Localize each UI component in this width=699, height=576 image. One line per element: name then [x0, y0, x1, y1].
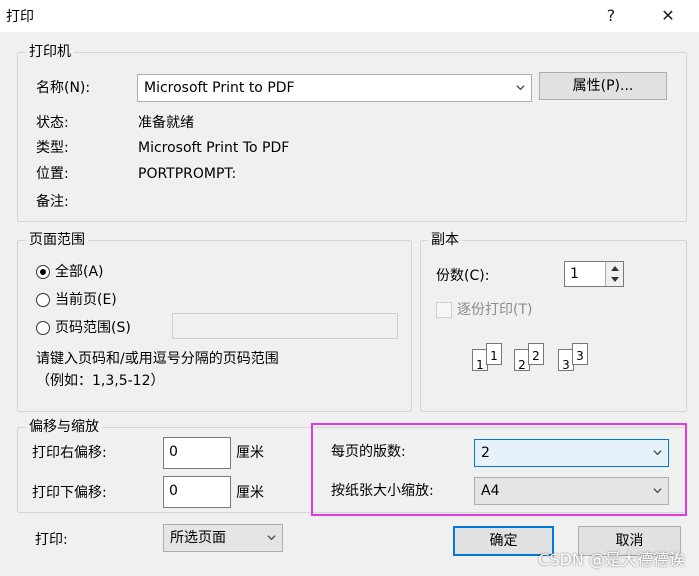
page-sheet-front-1: 1: [486, 343, 502, 365]
page-sheet-front-2: 2: [528, 343, 544, 365]
down-offset-label: 打印下偏移:: [32, 485, 107, 501]
help-button[interactable]: ?: [596, 4, 626, 28]
printer-name-value: Microsoft Print to PDF: [144, 80, 295, 96]
scale-to-paper-value: A4: [481, 483, 500, 499]
page-range-hint-line1: 请键入页码和/或用逗号分隔的页码范围: [36, 351, 279, 367]
print-what-select[interactable]: 所选页面: [163, 524, 283, 552]
chevron-down-icon: [267, 535, 276, 541]
chevron-down-icon: [653, 450, 662, 456]
page-range-input[interactable]: [172, 313, 398, 339]
chevron-down-icon: [516, 85, 525, 91]
radio-all-indicator[interactable]: [36, 265, 50, 279]
collate-label: 逐份打印(T): [457, 302, 533, 318]
print-what-value: 所选页面: [170, 530, 226, 546]
radio-page-range-indicator[interactable]: [36, 321, 50, 335]
watermark: CSDN @是大德德诶: [538, 550, 685, 569]
type-label: 类型:: [36, 140, 69, 156]
radio-current-page-indicator[interactable]: [36, 293, 50, 307]
radio-page-range-label: 页码范围(S): [55, 320, 131, 336]
chevron-down-icon: [653, 488, 662, 494]
right-offset-input[interactable]: 0: [163, 437, 231, 469]
down-offset-unit: 厘米: [236, 485, 264, 501]
status-value: 准备就绪: [138, 115, 194, 131]
scale-to-paper-select[interactable]: A4: [474, 477, 669, 505]
spin-up-icon[interactable]: [610, 265, 620, 272]
window-title: 打印: [6, 9, 34, 25]
copies-group-label: 副本: [428, 232, 462, 248]
offset-group-label: 偏移与缩放: [26, 419, 102, 435]
location-value: PORTPROMPT:: [138, 166, 237, 182]
copies-group: [420, 240, 687, 412]
pages-per-sheet-value: 2: [481, 445, 490, 461]
page-sheet-front-3: 3: [572, 343, 588, 365]
copies-count-label: 份数(C):: [436, 268, 490, 284]
radio-all-label: 全部(A): [55, 264, 104, 280]
spin-down-icon[interactable]: [610, 276, 620, 283]
printer-group-label: 打印机: [26, 44, 74, 60]
printer-properties-button[interactable]: 属性(P)...: [539, 72, 667, 100]
printer-name-select[interactable]: Microsoft Print to PDF: [137, 74, 532, 102]
down-offset-input[interactable]: 0: [163, 476, 231, 508]
page-range-hint-line2: （例如：1,3,5-12）: [36, 373, 165, 389]
type-value: Microsoft Print To PDF: [138, 140, 290, 156]
close-button[interactable]: ✕: [653, 4, 683, 28]
close-icon: ✕: [661, 6, 675, 25]
pages-per-sheet-select[interactable]: 2: [474, 439, 669, 467]
collate-illustration: 1 1 2 2 3 3: [472, 343, 602, 377]
title-bar: 打印 ? ✕: [0, 0, 699, 32]
printer-name-label: 名称(N):: [36, 80, 91, 96]
right-offset-label: 打印右偏移:: [32, 445, 107, 461]
status-label: 状态:: [36, 115, 69, 131]
comment-label: 备注:: [36, 194, 69, 210]
page-range-group-label: 页面范围: [26, 232, 88, 248]
copies-spinner[interactable]: [605, 262, 623, 286]
scale-to-paper-label: 按纸张大小缩放:: [331, 483, 434, 499]
right-offset-unit: 厘米: [236, 445, 264, 461]
copies-count-value: 1: [570, 266, 579, 282]
pages-per-sheet-label: 每页的版数:: [331, 444, 406, 460]
print-what-label: 打印:: [35, 532, 68, 548]
radio-current-page-label: 当前页(E): [55, 292, 117, 308]
location-label: 位置:: [36, 166, 69, 182]
collate-checkbox[interactable]: [436, 302, 452, 318]
